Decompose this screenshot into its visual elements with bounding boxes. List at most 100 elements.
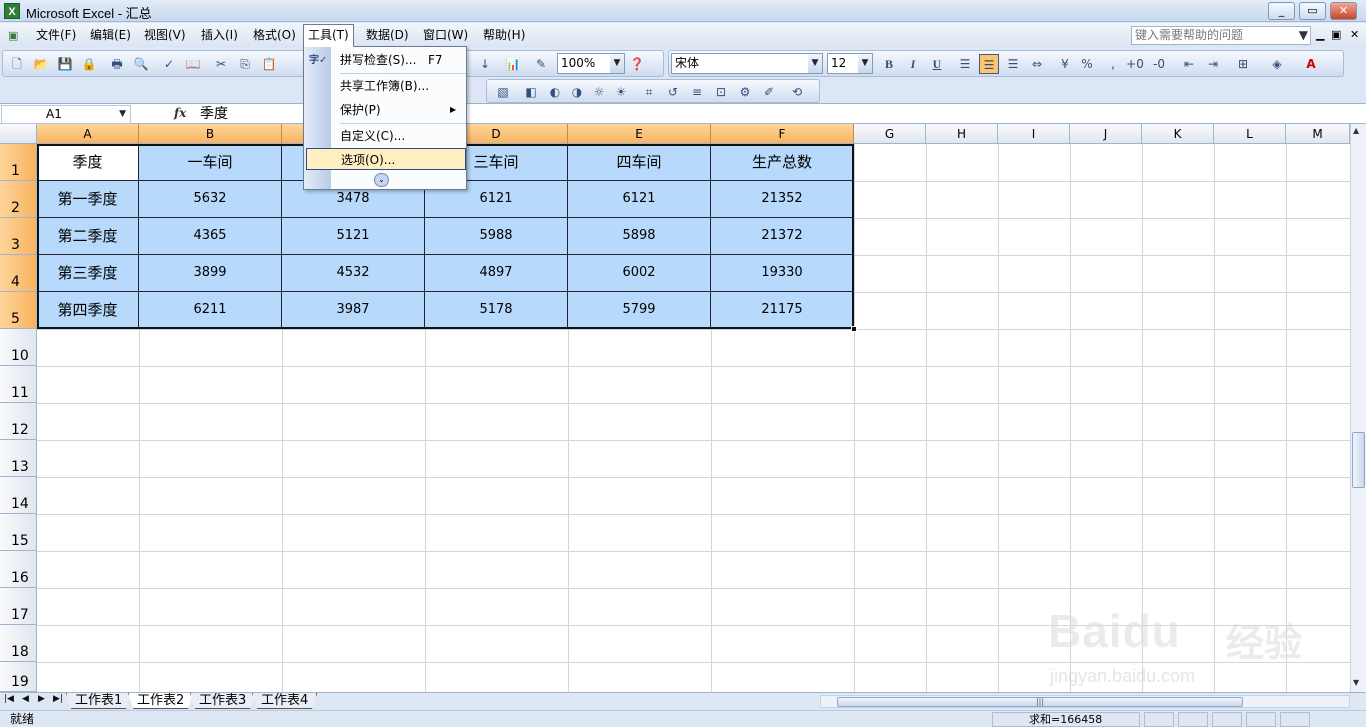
name-box[interactable]: A1 ▼: [1, 105, 131, 124]
reset-picture-icon[interactable]: ⟲: [787, 82, 807, 102]
new-icon[interactable]: 🗋: [7, 54, 27, 74]
column-header[interactable]: J: [1070, 124, 1142, 144]
last-sheet-icon[interactable]: ▶|: [53, 694, 63, 704]
zoom-select[interactable]: 100% ▼: [557, 53, 625, 74]
contrast-up-icon[interactable]: ◐: [545, 82, 565, 102]
font-size-select[interactable]: 12 ▼: [827, 53, 873, 74]
row-header[interactable]: 2: [0, 181, 37, 218]
workbook-icon[interactable]: ▣: [4, 26, 22, 45]
menu-data[interactable]: 数据(D): [362, 26, 413, 45]
column-header[interactable]: L: [1214, 124, 1286, 144]
doc-restore-button[interactable]: ▣: [1331, 27, 1341, 43]
column-header[interactable]: I: [998, 124, 1070, 144]
select-all-button[interactable]: [0, 124, 37, 144]
menu-window[interactable]: 窗口(W): [419, 26, 472, 45]
column-header[interactable]: A: [37, 124, 139, 144]
menu-item-share-workbook[interactable]: 共享工作簿(B)...: [332, 75, 466, 97]
row-header[interactable]: 14: [0, 477, 37, 514]
brightness-up-icon[interactable]: ☼: [589, 82, 609, 102]
print-icon[interactable]: 🖶: [107, 54, 127, 74]
drawing-icon[interactable]: ✎: [531, 54, 551, 74]
line-style-icon[interactable]: ≡: [687, 82, 707, 102]
percent-icon[interactable]: %: [1077, 54, 1097, 74]
sheet-tab-1[interactable]: 工作表1: [66, 693, 132, 709]
chevron-down-icon[interactable]: ▼: [1299, 27, 1308, 44]
spelling-icon[interactable]: ✓: [159, 54, 179, 74]
column-header[interactable]: E: [568, 124, 711, 144]
format-picture-icon[interactable]: ⚙: [735, 82, 755, 102]
italic-icon[interactable]: I: [903, 54, 923, 74]
align-center-icon[interactable]: ☰: [979, 54, 999, 74]
bold-icon[interactable]: B: [879, 54, 899, 74]
column-header[interactable]: M: [1286, 124, 1350, 144]
align-right-icon[interactable]: ☰: [1003, 54, 1023, 74]
doc-close-button[interactable]: ✕: [1350, 27, 1359, 43]
chevron-down-icon[interactable]: ▼: [610, 54, 624, 73]
menu-format[interactable]: 格式(O): [249, 26, 300, 45]
decrease-decimal-icon[interactable]: -0: [1149, 54, 1169, 74]
open-icon[interactable]: 📂: [31, 54, 51, 74]
column-header[interactable]: K: [1142, 124, 1214, 144]
fill-color-icon[interactable]: ◈: [1267, 54, 1287, 74]
vertical-scrollbar[interactable]: ▲ ▼: [1350, 124, 1366, 692]
formula-input[interactable]: 季度: [200, 105, 228, 123]
chart-wizard-icon[interactable]: 📊: [503, 54, 523, 74]
close-button[interactable]: ✕: [1330, 2, 1357, 20]
function-icon[interactable]: fx: [174, 106, 186, 120]
row-header[interactable]: 15: [0, 514, 37, 551]
vertical-scroll-thumb[interactable]: [1352, 432, 1365, 488]
row-header[interactable]: 3: [0, 218, 37, 255]
row-header[interactable]: 1: [0, 144, 37, 181]
contrast-down-icon[interactable]: ◑: [567, 82, 587, 102]
currency-icon[interactable]: ¥: [1055, 54, 1075, 74]
menu-view[interactable]: 视图(V): [140, 26, 190, 45]
increase-decimal-icon[interactable]: +0: [1125, 54, 1145, 74]
double-chevron-down-icon[interactable]: ⌄: [374, 173, 389, 187]
row-header[interactable]: 18: [0, 625, 37, 662]
menu-tools[interactable]: 工具(T): [303, 24, 354, 47]
horizontal-scroll-thumb[interactable]: |||: [837, 697, 1243, 707]
cut-icon[interactable]: ✂: [211, 54, 231, 74]
worksheet-grid[interactable]: ABCDEFGHIJKLM 1234510111213141516171819 …: [0, 124, 1350, 692]
save-icon[interactable]: 💾: [55, 54, 75, 74]
sheet-tab-3[interactable]: 工作表3: [190, 693, 256, 709]
row-header[interactable]: 10: [0, 329, 37, 366]
row-header[interactable]: 16: [0, 551, 37, 588]
sort-descending-icon[interactable]: ↓: [475, 54, 495, 74]
menu-item-options[interactable]: 选项(O)...: [306, 148, 466, 170]
copy-icon[interactable]: ⎘: [235, 54, 255, 74]
increase-indent-icon[interactable]: ⇥: [1203, 54, 1223, 74]
restore-button[interactable]: ▭: [1299, 2, 1326, 20]
font-color-icon[interactable]: A: [1301, 54, 1321, 74]
chevron-down-icon[interactable]: ▼: [858, 54, 872, 73]
column-header[interactable]: F: [711, 124, 854, 144]
column-header[interactable]: G: [854, 124, 926, 144]
menu-item-customize[interactable]: 自定义(C)...: [332, 125, 466, 147]
compress-icon[interactable]: ⊡: [711, 82, 731, 102]
brightness-down-icon[interactable]: ☀: [611, 82, 631, 102]
menu-file[interactable]: 文件(F): [32, 26, 80, 45]
sheet-tab-4[interactable]: 工作表4: [252, 693, 318, 709]
print-preview-icon[interactable]: 🔍: [131, 54, 151, 74]
next-sheet-icon[interactable]: ▶: [38, 694, 45, 704]
prev-sheet-icon[interactable]: ◀: [22, 694, 29, 704]
comma-icon[interactable]: ,: [1103, 54, 1123, 74]
row-header[interactable]: 11: [0, 366, 37, 403]
menu-item-protection[interactable]: 保护(P) ▶: [332, 99, 466, 121]
menu-insert[interactable]: 插入(I): [197, 26, 242, 45]
row-header[interactable]: 17: [0, 588, 37, 625]
menu-item-spelling[interactable]: 拼写检查(S)... F7: [332, 49, 466, 71]
chevron-down-icon[interactable]: ▼: [808, 54, 822, 73]
minimize-button[interactable]: _: [1268, 2, 1295, 20]
sheet-tab-2[interactable]: 工作表2: [128, 693, 194, 709]
borders-icon[interactable]: ⊞: [1233, 54, 1253, 74]
rotate-icon[interactable]: ↺: [663, 82, 683, 102]
font-select[interactable]: 宋体 ▼: [671, 53, 823, 74]
crop-icon[interactable]: ⌗: [639, 82, 659, 102]
row-header[interactable]: 5: [0, 292, 37, 329]
help-search-input[interactable]: 键入需要帮助的问题 ▼: [1131, 26, 1311, 45]
transparent-color-icon[interactable]: ✐: [759, 82, 779, 102]
underline-icon[interactable]: U: [927, 54, 947, 74]
research-icon[interactable]: 📖: [183, 54, 203, 74]
merge-center-icon[interactable]: ⇔: [1027, 54, 1047, 74]
